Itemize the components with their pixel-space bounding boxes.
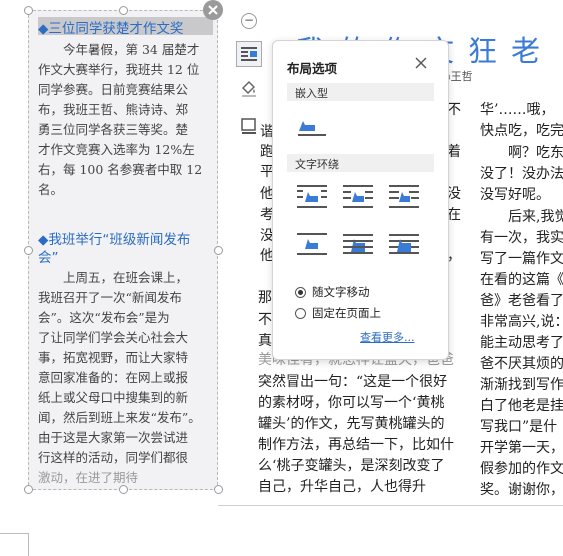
wrap-through-icon [389,185,419,208]
in-front-of-text-icon [389,234,419,254]
layout-options-panel: 布局选项 嵌入型 文字环绕 随文字移动 固定在页面上 查看更多... [272,40,449,360]
wrap-through-option[interactable] [387,182,421,212]
shape-style-button[interactable] [236,75,262,101]
wrap-in-front-option[interactable] [387,230,421,260]
wrap-square-icon [297,185,327,208]
page-corner-mark [0,533,28,534]
wrap-top-bottom-option[interactable] [295,230,329,260]
wrap-tight-icon [343,185,373,208]
page-divider [218,505,563,506]
page-corner-mark [28,533,29,556]
wrap-tight-option[interactable] [341,182,375,212]
fill-bucket-icon [241,80,256,97]
section-text-wrap: 文字环绕 [287,154,434,172]
delete-box-button[interactable] [203,0,223,20]
resize-handle[interactable] [214,485,223,494]
text-wrap-icon [241,47,257,61]
resize-handle[interactable] [119,6,128,15]
collapse-button[interactable]: − [241,13,257,29]
wrap-top-bottom-icon [297,233,327,255]
close-icon [208,5,218,15]
resize-handle[interactable] [24,6,33,15]
resize-handle[interactable] [24,485,33,494]
see-more-link[interactable]: 查看更多... [360,329,415,345]
wrap-behind-text-option[interactable] [341,230,375,260]
section-inline: 嵌入型 [287,83,434,101]
layout-options-button[interactable] [236,41,262,67]
radio-selected[interactable] [295,286,306,298]
behind-text-icon [343,234,373,254]
move-with-text-option[interactable]: 随文字移动 [295,284,370,300]
fix-on-page-option[interactable]: 固定在页面上 [295,305,381,321]
resize-handle[interactable] [214,246,223,255]
outline-style-button[interactable] [236,113,262,139]
outline-icon [241,118,256,134]
inline-layout-icon [298,121,326,136]
layout-inline-option[interactable] [295,111,329,141]
news-heading-1: ◆三位同学获楚才作文奖 [38,21,184,37]
radio-unselected[interactable] [295,307,306,319]
resize-handle[interactable] [119,485,128,494]
panel-title: 布局选项 [287,61,338,76]
resize-handle[interactable] [24,246,33,255]
wrap-square-option[interactable] [295,182,329,212]
close-icon[interactable] [414,56,428,70]
